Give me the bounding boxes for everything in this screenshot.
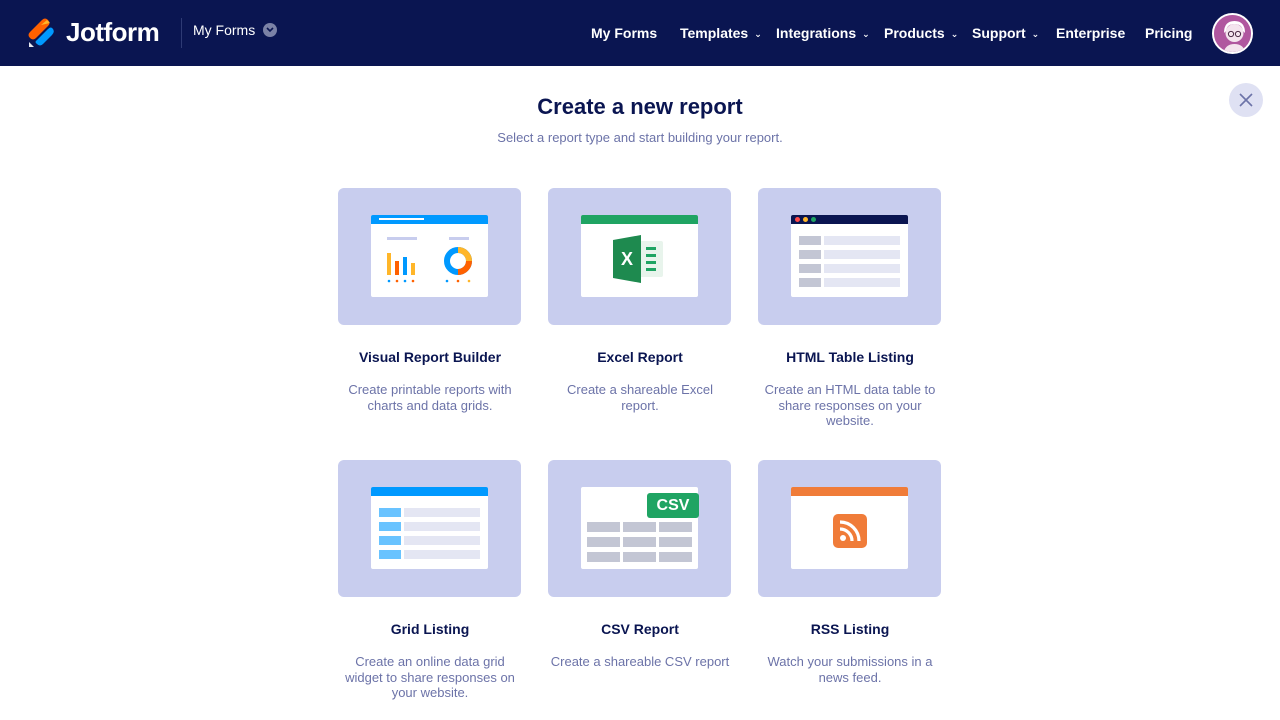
- card-title: RSS Listing: [810, 621, 890, 637]
- my-forms-dropdown-label: My Forms: [193, 22, 256, 38]
- nav-templates[interactable]: Templates ⌄: [680, 0, 762, 66]
- nav-support[interactable]: Support ⌄: [972, 0, 1039, 66]
- nav-label: Pricing: [1145, 25, 1193, 41]
- chevron-down-icon: ⌄: [754, 28, 762, 39]
- report-card-grid-listing[interactable]: Grid Listing Create an online data grid …: [338, 460, 522, 700]
- card-title: Grid Listing: [390, 621, 470, 637]
- nav-label: Products: [884, 25, 945, 41]
- page-title: Create a new report: [537, 94, 743, 119]
- card-title: Excel Report: [597, 349, 683, 365]
- nav-pricing[interactable]: Pricing: [1145, 0, 1192, 66]
- chevron-down-icon: ⌄: [950, 28, 959, 39]
- nav-integrations[interactable]: Integrations ⌄: [776, 0, 870, 66]
- html-table-icon: [758, 188, 941, 325]
- top-navigation-bar: Jotform My Forms My Forms Templates ⌄ In…: [0, 0, 1280, 66]
- header-divider: [181, 18, 182, 48]
- card-description: Create a shareable Excel report.: [567, 382, 713, 413]
- nav-label: Templates: [680, 25, 749, 41]
- chevron-down-icon: ⌄: [1031, 28, 1040, 39]
- nav-label: My Forms: [591, 25, 658, 41]
- close-button[interactable]: [1229, 83, 1263, 117]
- report-card-html-table-listing[interactable]: HTML Table Listing Create an HTML data t…: [758, 188, 942, 428]
- card-description: Create a shareable CSV report: [550, 654, 730, 669]
- user-avatar[interactable]: [1212, 13, 1253, 54]
- jotform-logo-icon: [28, 18, 54, 48]
- brand-name: Jotform: [66, 17, 160, 47]
- chevron-down-icon: ⌄: [862, 28, 870, 39]
- nav-label: Support: [972, 25, 1026, 41]
- excel-icon: X: [548, 188, 731, 325]
- jotform-logo[interactable]: Jotform: [28, 17, 160, 48]
- nav-label: Enterprise: [1056, 25, 1126, 41]
- close-icon: [1239, 93, 1253, 107]
- nav-products[interactable]: Products ⌄: [884, 0, 958, 66]
- chevron-down-icon: [263, 23, 278, 37]
- report-card-csv-report[interactable]: CSV CSV Report Create a shareable CSV re…: [548, 460, 732, 669]
- card-description: Watch your submissions in a news feed.: [767, 654, 933, 685]
- nav-enterprise[interactable]: Enterprise: [1056, 0, 1125, 66]
- csv-badge: CSV: [647, 493, 699, 518]
- card-title: CSV Report: [601, 621, 679, 637]
- card-description: Create an HTML data table to share respo…: [764, 382, 936, 428]
- report-card-rss-listing[interactable]: RSS Listing Watch your submissions in a …: [758, 460, 942, 685]
- visual-report-icon: [338, 188, 521, 325]
- nav-label: Integrations: [776, 25, 857, 41]
- grid-listing-icon: [338, 460, 521, 597]
- report-card-excel-report[interactable]: X Excel Report Create a shareable Excel …: [548, 188, 732, 413]
- card-description: Create printable reports with charts and…: [348, 382, 512, 413]
- card-title: Visual Report Builder: [358, 349, 502, 365]
- nav-my-forms[interactable]: My Forms: [591, 0, 657, 66]
- svg-text:X: X: [621, 249, 633, 269]
- page-subtitle: Select a report type and start building …: [497, 130, 783, 145]
- card-description: Create an online data grid widget to sha…: [345, 654, 515, 700]
- card-title: HTML Table Listing: [786, 349, 914, 365]
- csv-icon: CSV: [548, 460, 731, 597]
- my-forms-dropdown[interactable]: My Forms: [193, 22, 278, 38]
- rss-icon: [758, 460, 941, 597]
- report-card-visual-report-builder[interactable]: Visual Report Builder Create printable r…: [338, 188, 522, 413]
